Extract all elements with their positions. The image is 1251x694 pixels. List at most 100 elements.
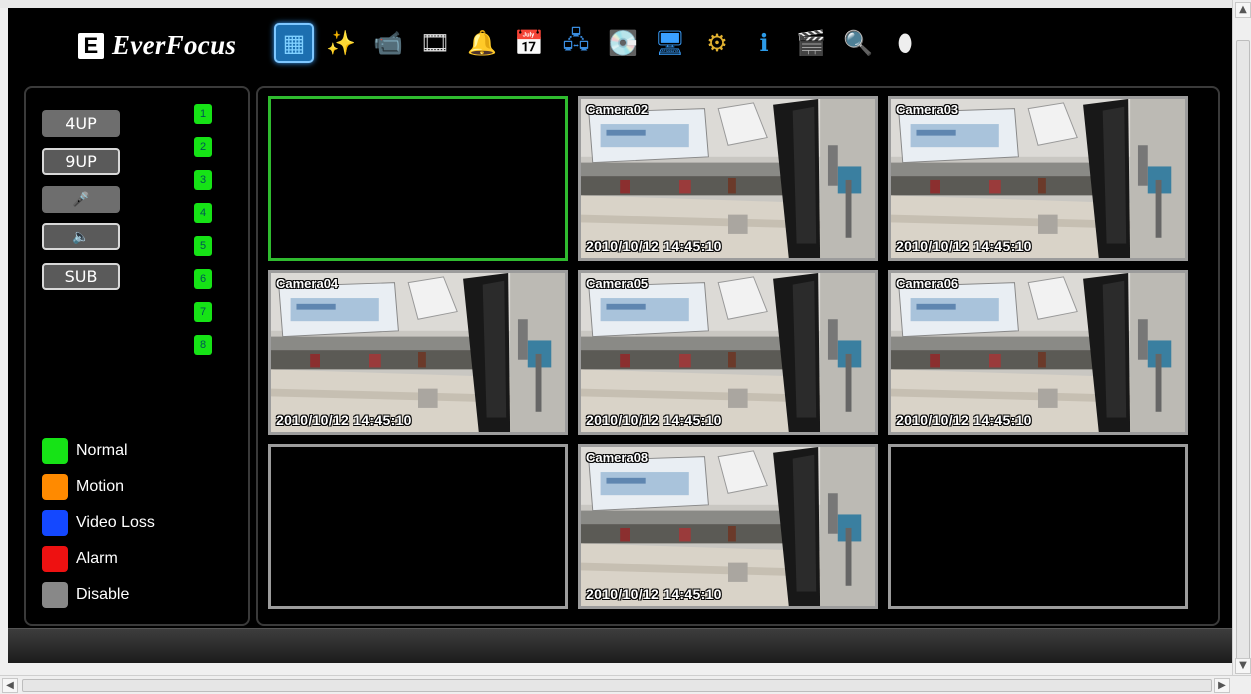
camera-name-label: Camera06 <box>896 276 959 291</box>
camera-feed-image <box>581 447 875 606</box>
camera-name-label: Camera08 <box>586 450 649 465</box>
info-icon: ℹ <box>759 29 769 57</box>
camera-timestamp: 2010/10/12 14:45:10 <box>276 412 412 428</box>
alarm-bell-icon: 🔔 <box>467 29 497 57</box>
network-icon: 🖧 <box>562 25 590 54</box>
channel-status-8[interactable]: 8 <box>194 335 212 355</box>
disk-button[interactable]: 💽 <box>603 23 643 63</box>
dvr-web-app: E EverFocus ▦ ✨ 📹 🎞 🔔 📅 🖧 💽 🖥 ⚙ ℹ 🎬 🔍 ⬮ 4UP 9UP 🎤 🔈 S… <box>8 8 1232 663</box>
schedule-button[interactable]: 📅 <box>509 23 549 63</box>
audio-button[interactable]: 🔈 <box>42 223 120 250</box>
camera-feed-image <box>891 99 1185 258</box>
live-view-icon: ▦ <box>282 29 306 57</box>
scroll-up-icon[interactable]: ▲ <box>1235 2 1251 18</box>
settings-gears-button[interactable]: ⚙ <box>697 23 737 63</box>
channel-status-3[interactable]: 3 <box>194 170 212 190</box>
vertical-scrollbar[interactable]: ▲ ▼ <box>1232 0 1251 676</box>
camera-name-label: Camera02 <box>586 102 649 117</box>
empty-view-cell[interactable] <box>888 444 1188 609</box>
channel-status-6[interactable]: 6 <box>194 269 212 289</box>
camera-icon: 📹 <box>373 29 403 57</box>
browser-top-strip <box>0 0 1233 8</box>
magic-wand-button[interactable]: ✨ <box>321 23 361 63</box>
legend-item: Alarm <box>42 546 118 572</box>
camera-timestamp: 2010/10/12 14:45:10 <box>586 586 722 602</box>
legend-swatch <box>42 438 68 464</box>
scroll-down-icon[interactable]: ▼ <box>1235 658 1251 674</box>
live-view-button[interactable]: ▦ <box>274 23 314 63</box>
channel-status-2[interactable]: 2 <box>194 137 212 157</box>
camera-view-cell[interactable]: Camera05 2010/10/12 14:45:10 <box>578 270 878 435</box>
monitor-icon: 🖥 <box>654 29 686 57</box>
camera-name-label: Camera04 <box>276 276 339 291</box>
layout-9up-button[interactable]: 9UP <box>42 148 120 175</box>
channel-status-5[interactable]: 5 <box>194 236 212 256</box>
camera-timestamp: 2010/10/12 14:45:10 <box>896 412 1032 428</box>
camera-timestamp: 2010/10/12 14:45:10 <box>586 412 722 428</box>
camera-view-cell[interactable]: Camera04 2010/10/12 14:45:10 <box>268 270 568 435</box>
everfocus-logo: E EverFocus <box>78 30 236 61</box>
camera-name-label: Camera05 <box>586 276 649 291</box>
alarm-bell-button[interactable]: 🔔 <box>462 23 502 63</box>
bottom-status-bar <box>8 628 1232 663</box>
layout-4up-button[interactable]: 4UP <box>42 110 120 137</box>
magic-wand-icon: ✨ <box>326 29 356 57</box>
dome-camera-button[interactable]: ⬮ <box>885 23 925 63</box>
camera-feed-image <box>581 273 875 432</box>
camera-feed-image <box>271 273 565 432</box>
main-toolbar: ▦ ✨ 📹 🎞 🔔 📅 🖧 💽 🖥 ⚙ ℹ 🎬 🔍 ⬮ <box>274 22 932 64</box>
legend-label: Alarm <box>76 550 118 567</box>
camera-button[interactable]: 📹 <box>368 23 408 63</box>
camera-grid-panel: Camera02 2010/10/12 14:45:10 Camera03 2010… <box>256 86 1220 626</box>
channel-status-1[interactable]: 1 <box>194 104 212 124</box>
dome-camera-icon: ⬮ <box>897 29 913 57</box>
schedule-icon: 📅 <box>514 29 544 57</box>
logo-mark: E <box>78 32 104 59</box>
camera-view-cell[interactable]: Camera02 2010/10/12 14:45:10 <box>578 96 878 261</box>
legend-item: Normal <box>42 438 128 464</box>
info-button[interactable]: ℹ <box>744 23 784 63</box>
camera-feed-image <box>891 273 1185 432</box>
disk-icon: 💽 <box>608 29 638 57</box>
network-button[interactable]: 🖧 <box>556 23 596 63</box>
scroll-left-icon[interactable]: ◀ <box>2 678 18 693</box>
legend-label: Motion <box>76 478 125 495</box>
legend-item: Disable <box>42 582 129 608</box>
speaker-icon: 🔈 <box>72 228 90 245</box>
logo-text: EverFocus <box>112 30 237 60</box>
horizontal-scroll-thumb[interactable] <box>22 679 1212 692</box>
legend-swatch <box>42 474 68 500</box>
camera-view-cell[interactable]: Camera06 2010/10/12 14:45:10 <box>888 270 1188 435</box>
legend-item: Video Loss <box>42 510 155 536</box>
legend-swatch <box>42 582 68 608</box>
camera-feed-image <box>581 99 875 258</box>
empty-view-cell[interactable] <box>268 96 568 261</box>
search-document-icon: 🔍 <box>843 29 873 57</box>
legend-label: Disable <box>76 586 130 603</box>
camera-view-cell[interactable]: Camera08 2010/10/12 14:45:10 <box>578 444 878 609</box>
side-panel: 4UP 9UP 🎤 🔈 SUB 1 2 3 4 5 6 7 8 Normal Motion Vid… <box>24 86 250 626</box>
camera-name-label: Camera03 <box>896 102 959 117</box>
vertical-scroll-thumb[interactable] <box>1236 40 1250 662</box>
horizontal-scrollbar[interactable]: ◀ ▶ <box>0 675 1251 694</box>
camera-view-cell[interactable]: Camera03 2010/10/12 14:45:10 <box>888 96 1188 261</box>
channel-status-7[interactable]: 7 <box>194 302 212 322</box>
film-button[interactable]: 🎬 <box>791 23 831 63</box>
playback-reel-icon: 🎞 <box>419 29 451 57</box>
legend-label: Normal <box>76 442 128 459</box>
microphone-button[interactable]: 🎤 <box>42 186 120 213</box>
empty-view-cell[interactable] <box>268 444 568 609</box>
sub-stream-button[interactable]: SUB <box>42 263 120 290</box>
scroll-right-icon[interactable]: ▶ <box>1214 678 1230 693</box>
channel-status-4[interactable]: 4 <box>194 203 212 223</box>
search-document-button[interactable]: 🔍 <box>838 23 878 63</box>
legend-item: Motion <box>42 474 124 500</box>
microphone-icon: 🎤 <box>72 191 90 208</box>
legend-label: Video Loss <box>76 514 155 531</box>
monitor-button[interactable]: 🖥 <box>650 23 690 63</box>
playback-reel-button[interactable]: 🎞 <box>415 23 455 63</box>
camera-timestamp: 2010/10/12 14:45:10 <box>586 238 722 254</box>
legend-swatch <box>42 546 68 572</box>
film-icon: 🎬 <box>796 29 826 57</box>
legend-swatch <box>42 510 68 536</box>
